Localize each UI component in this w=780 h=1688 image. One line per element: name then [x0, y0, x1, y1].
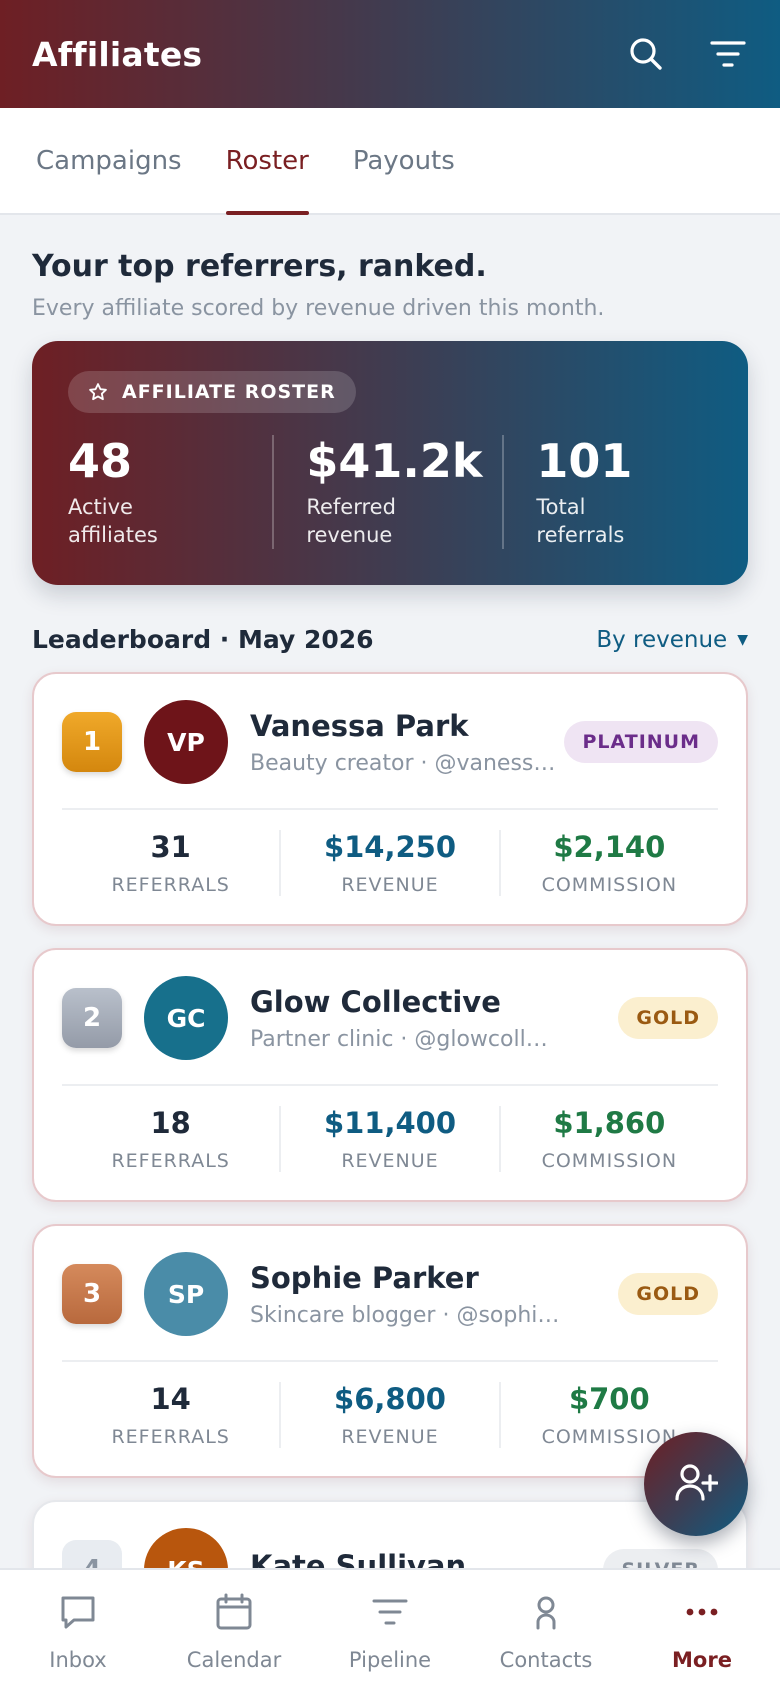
nav-calendar[interactable]: Calendar [156, 1570, 312, 1688]
affiliate-name: Sophie Parker [250, 1260, 479, 1295]
more-icon [682, 1592, 722, 1636]
pipeline-icon [370, 1592, 410, 1636]
hero-stat-active: 48 Active affiliates [68, 435, 272, 549]
revenue-value: $14,250 [323, 830, 457, 864]
commission-value: $2,140 [553, 830, 666, 864]
star-icon [88, 382, 108, 402]
leaderboard-header: Leaderboard · May 2026 By revenue ▼ [32, 625, 748, 654]
hero-stat-label: Referred revenue [306, 495, 396, 547]
nav-label: More [672, 1648, 732, 1672]
commission-label: COMMISSION [541, 874, 678, 896]
hero-stat-value: 101 [536, 434, 633, 488]
revenue-value: $11,400 [323, 1106, 457, 1140]
divider [62, 808, 718, 810]
hero-stat-label: Total referrals [536, 495, 625, 547]
nav-pipeline[interactable]: Pipeline [312, 1570, 468, 1688]
add-affiliate-button[interactable] [644, 1432, 748, 1536]
affiliate-name: Vanessa Park [250, 708, 469, 743]
tab-payouts[interactable]: Payouts [353, 108, 455, 213]
rank-badge: 2 [62, 988, 122, 1048]
hero-stat-revenue: $41.2k Referred revenue [272, 435, 502, 549]
referrals-label: REFERRALS [111, 1426, 230, 1448]
page-title: Affiliates [32, 34, 203, 74]
referrals-value: 18 [150, 1106, 191, 1140]
revenue-label: REVENUE [341, 874, 439, 896]
leaderboard-title: Leaderboard · May 2026 [32, 625, 374, 654]
bottom-nav: Inbox Calendar Pipeline Contacts More [0, 1568, 780, 1688]
section-headline: Your top referrers, ranked. [32, 249, 487, 284]
rank-badge: 1 [62, 712, 122, 772]
nav-label: Contacts [499, 1648, 593, 1672]
nav-label: Pipeline [348, 1648, 432, 1672]
tier-badge: GOLD [618, 1273, 718, 1315]
tab-campaigns[interactable]: Campaigns [36, 108, 182, 213]
calendar-icon [214, 1592, 254, 1636]
nav-inbox[interactable]: Inbox [0, 1570, 156, 1688]
roster-pill: AFFILIATE ROSTER [68, 371, 356, 413]
nav-label: Calendar [186, 1648, 282, 1672]
affiliate-card[interactable]: 3 SP Sophie Parker Skincare blogger · @s… [32, 1224, 748, 1478]
affiliate-name: Glow Collective [250, 984, 501, 1019]
affiliate-handle: Beauty creator · @vanessa... [250, 750, 560, 776]
revenue-label: REVENUE [341, 1150, 439, 1172]
referrals-value: 14 [150, 1382, 191, 1416]
referrals-label: REFERRALS [111, 874, 230, 896]
affiliate-card[interactable]: 1 VP Vanessa Park Beauty creator · @vane… [32, 672, 748, 926]
app-header: Affiliates [0, 0, 780, 108]
sort-label: By revenue [596, 626, 728, 653]
contacts-icon [526, 1592, 566, 1636]
tier-badge: GOLD [618, 997, 718, 1039]
referrals-label: REFERRALS [111, 1150, 230, 1172]
add-user-icon [674, 1462, 719, 1506]
revenue-value: $6,800 [334, 1382, 446, 1416]
rank-badge: 3 [62, 1264, 122, 1324]
commission-label: COMMISSION [541, 1150, 678, 1172]
commission-value: $1,860 [553, 1106, 666, 1140]
commission-value: $700 [568, 1382, 650, 1416]
caret-down-icon: ▼ [737, 631, 748, 648]
sort-dropdown[interactable]: By revenue ▼ [596, 627, 748, 653]
avatar: GC [144, 976, 228, 1060]
filter-icon[interactable] [708, 34, 748, 74]
divider [62, 1084, 718, 1086]
hero-stat-value: $41.2k [306, 434, 483, 488]
revenue-label: REVENUE [341, 1426, 439, 1448]
nav-more[interactable]: More [624, 1570, 780, 1688]
tab-roster[interactable]: Roster [225, 108, 310, 215]
divider [62, 1360, 718, 1362]
roster-pill-label: AFFILIATE ROSTER [122, 381, 336, 403]
main-content: Your top referrers, ranked. Every affili… [32, 215, 748, 1688]
inbox-icon [58, 1592, 98, 1636]
tab-bar: Campaigns Roster Payouts [0, 108, 780, 215]
roster-summary-card: AFFILIATE ROSTER 48 Active affiliates $4… [32, 341, 748, 585]
avatar: SP [144, 1252, 228, 1336]
search-icon[interactable] [626, 34, 666, 74]
hero-stat-referrals: 101 Total referrals [502, 435, 712, 549]
avatar: VP [144, 700, 228, 784]
referrals-value: 31 [150, 830, 191, 864]
tier-badge: PLATINUM [564, 721, 718, 763]
nav-contacts[interactable]: Contacts [468, 1570, 624, 1688]
affiliate-handle: Skincare blogger · @sophieskin [250, 1302, 560, 1328]
affiliate-handle: Partner clinic · @glowcollective [250, 1026, 560, 1052]
hero-stat-value: 48 [68, 434, 133, 488]
affiliate-card[interactable]: 2 GC Glow Collective Partner clinic · @g… [32, 948, 748, 1202]
nav-label: Inbox [49, 1648, 107, 1672]
section-subline: Every affiliate scored by revenue driven… [32, 296, 605, 321]
hero-stat-label: Active affiliates [68, 495, 158, 547]
hero-stats: 48 Active affiliates $41.2k Referred rev… [68, 435, 712, 549]
